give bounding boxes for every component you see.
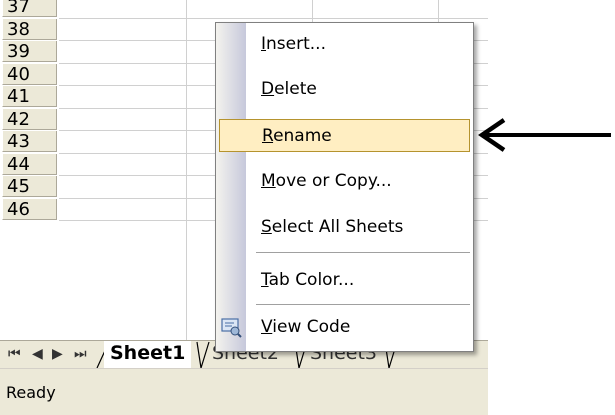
menu-separator: [256, 252, 470, 253]
row-header[interactable]: 44: [2, 153, 57, 175]
status-text: Ready: [6, 383, 56, 402]
first-sheet-button[interactable]: ⏮: [8, 345, 21, 363]
prev-sheet-button[interactable]: ◀: [32, 345, 43, 363]
menu-item-move-or-copy[interactable]: Move or Copy...: [216, 165, 473, 198]
arrow-left-icon: [478, 118, 611, 152]
menu-item-select-key: S: [261, 217, 272, 237]
menu-item-rename-key: R: [262, 126, 274, 146]
row-header[interactable]: 45: [2, 176, 57, 197]
menu-item-rename-label: ename: [273, 126, 332, 146]
menu-item-insert[interactable]: Insert...: [216, 28, 473, 61]
menu-item-tab-label: ab Color...: [268, 270, 355, 290]
menu-item-select-all-sheets[interactable]: Select All Sheets: [216, 211, 473, 244]
row-header[interactable]: 43: [2, 131, 57, 152]
menu-item-select-label: elect All Sheets: [271, 217, 404, 237]
tab-sheet1[interactable]: Sheet1: [104, 341, 192, 369]
menu-item-move-key: M: [261, 171, 276, 191]
row-header[interactable]: 40: [2, 63, 57, 85]
menu-item-view-code[interactable]: View Code: [216, 311, 473, 344]
menu-item-view-key: V: [261, 317, 273, 337]
next-sheet-button[interactable]: ▶: [52, 345, 63, 363]
menu-item-rename[interactable]: Rename: [219, 119, 470, 152]
menu-item-view-label: iew Code: [272, 317, 351, 337]
menu-item-tab-key: T: [261, 270, 269, 290]
status-bar: Ready: [0, 368, 488, 415]
row-header[interactable]: 46: [2, 198, 57, 220]
row-header[interactable]: 41: [2, 86, 57, 107]
table-row: 37: [0, 0, 488, 19]
menu-item-delete[interactable]: Delete: [216, 73, 473, 106]
row-header[interactable]: 37: [2, 0, 57, 17]
row-header[interactable]: 38: [2, 18, 57, 40]
menu-item-delete-key: D: [261, 79, 275, 99]
view-code-icon: [221, 318, 242, 338]
row-header[interactable]: 42: [2, 108, 57, 130]
menu-separator: [256, 304, 470, 305]
menu-item-move-label: ove or Copy...: [275, 171, 392, 191]
last-sheet-button[interactable]: ⏭: [74, 345, 87, 363]
menu-item-insert-label: nsert...: [266, 34, 326, 54]
menu-item-tab-color[interactable]: Tab Color...: [216, 264, 473, 297]
row-header[interactable]: 39: [2, 41, 57, 62]
menu-item-delete-label: elete: [274, 79, 317, 99]
sheet-context-menu: Insert... Delete Rename Move or Copy... …: [215, 22, 474, 352]
